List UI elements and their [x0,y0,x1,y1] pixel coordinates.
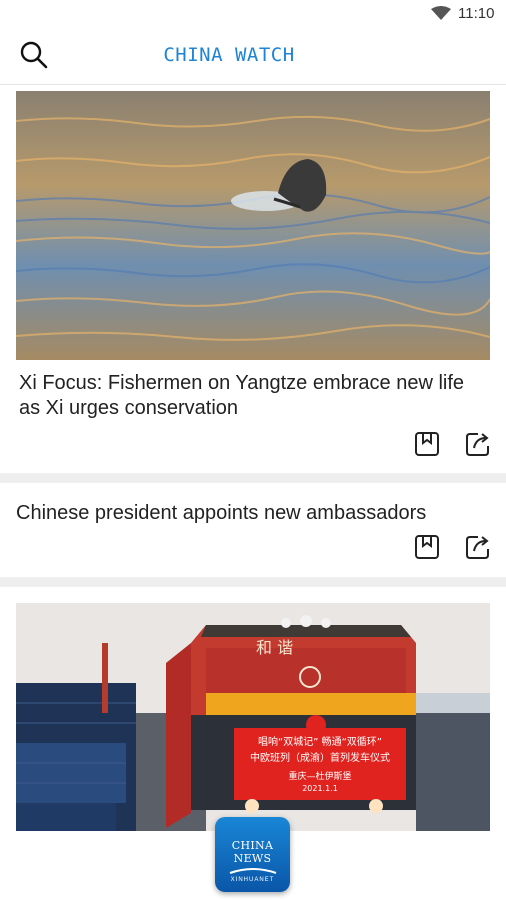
svg-text:2021.1.1: 2021.1.1 [302,784,338,793]
status-bar: 11:10 [0,0,506,26]
svg-text:唱响“双城记” 畅通“双循环”: 唱响“双城记” 畅通“双循环” [258,735,382,748]
badge-sub: XINHUANET [230,877,275,883]
wave-icon [229,868,276,874]
divider [0,473,506,483]
badge-name: CHINA NEWS [231,839,274,865]
svg-text:和 谐: 和 谐 [256,638,293,657]
svg-text:中欧班列（成渝）首列发车仪式: 中欧班列（成渝）首列发车仪式 [250,751,390,764]
app-title: CHINA WATCH [163,44,295,66]
bookmark-icon[interactable] [414,431,440,457]
wifi-icon [431,6,451,20]
china-news-badge[interactable]: CHINA NEWS XINHUANET [215,817,290,892]
share-icon[interactable] [465,534,491,560]
status-time: 11:10 [458,5,495,22]
bookmark-icon[interactable] [414,534,440,560]
article-title[interactable]: Chinese president appoints new ambassado… [16,501,486,526]
share-icon[interactable] [465,431,491,457]
article-image-train[interactable]: 和 谐 唱响“双城记” 畅通“双循环” 中欧班列（成渝）首列发车仪式 重庆—杜伊… [16,603,490,831]
app-bar: CHINA WATCH [0,26,506,85]
divider [0,577,506,587]
article-title[interactable]: Xi Focus: Fishermen on Yangtze embrace n… [19,371,489,421]
article-image-porpoise[interactable] [16,91,490,360]
svg-text:重庆—杜伊斯堡: 重庆—杜伊斯堡 [288,770,351,782]
